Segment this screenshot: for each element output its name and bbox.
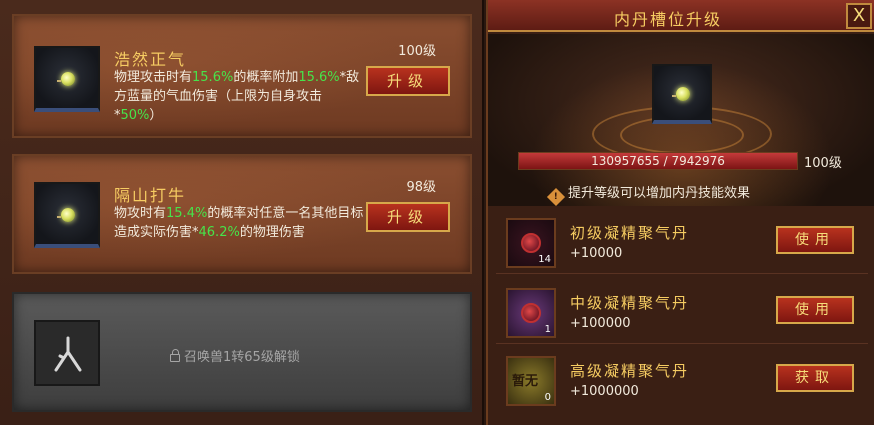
pill-item-icon[interactable]: 暂无 0 <box>506 356 556 406</box>
panel-title: 内丹槽位升级 <box>613 10 722 29</box>
neidan-orb-icon <box>672 87 690 101</box>
unlock-requirement: 召唤兽1转65级解锁 <box>170 346 300 365</box>
neidan-slot <box>652 64 712 124</box>
pill-item-icon[interactable]: 14 <box>506 218 556 268</box>
skill-list: 浩然正气 物理攻击时有15.6%的概率附加15.6%*敌方蓝量的气血伤害（上限为… <box>0 0 484 425</box>
skill-description: 物理攻击时有15.6%的概率附加15.6%*敌方蓝量的气血伤害（上限为自身攻击*… <box>114 70 360 123</box>
skill-name: 隔山打牛 <box>114 186 187 205</box>
lock-icon <box>170 349 180 362</box>
empty-slot-glyph-icon <box>54 336 82 372</box>
empty-item-label: 暂无 <box>512 374 539 389</box>
warning-icon: ! <box>546 187 566 207</box>
skill-name: 浩然正气 <box>114 50 187 69</box>
pill-icon <box>521 303 541 323</box>
neidan-orb-icon <box>57 208 75 222</box>
skill-level: 98级 <box>406 180 436 195</box>
item-row: 暂无 0 高级凝精聚气丹 +1000000 获取 <box>496 348 868 412</box>
item-name: 初级凝精聚气丹 <box>570 224 690 242</box>
exp-text: 130957655 / 7942976 <box>591 154 725 168</box>
upgrade-button[interactable]: 升级 <box>366 202 450 232</box>
item-count: 1 <box>544 324 551 335</box>
obtain-button[interactable]: 获取 <box>776 364 854 392</box>
upgrade-panel: 内丹槽位升级 X 130957655 / 7942976 100级 ! 提升等级可… <box>486 0 874 425</box>
item-row: 14 初级凝精聚气丹 +10000 使用 <box>496 210 868 274</box>
exp-bar: 130957655 / 7942976 <box>518 152 798 170</box>
item-name: 中级凝精聚气丹 <box>570 294 690 312</box>
item-count: 0 <box>544 392 551 403</box>
item-exp-value: +100000 <box>570 316 631 331</box>
locked-slot <box>34 320 100 386</box>
neidan-orb-icon <box>57 72 75 86</box>
skill-level: 100级 <box>398 44 436 59</box>
skill-card-geshan: 隔山打牛 物攻时有15.4%的概率对任意一名其他目标造成实际伤害*46.2%的物… <box>12 154 472 274</box>
skill-description: 物攻时有15.4%的概率对任意一名其他目标造成实际伤害*46.2%的物理伤害 <box>114 206 364 240</box>
slot-level: 100级 <box>804 156 842 171</box>
item-row: 1 中级凝精聚气丹 +100000 使用 <box>496 280 868 344</box>
close-button[interactable]: X <box>846 3 872 29</box>
item-exp-value: +1000000 <box>570 384 639 399</box>
upgrade-button[interactable]: 升级 <box>366 66 450 96</box>
skill-slot[interactable] <box>34 182 100 248</box>
pill-icon <box>521 233 541 253</box>
locked-skill-card: 召唤兽1转65级解锁 <box>12 292 472 412</box>
skill-slot[interactable] <box>34 46 100 112</box>
item-count: 14 <box>538 254 551 265</box>
panel-titlebar: 内丹槽位升级 X <box>488 0 874 32</box>
upgrade-tip: ! 提升等级可以增加内丹技能效果 <box>546 182 750 207</box>
use-button[interactable]: 使用 <box>776 226 854 254</box>
skill-card-haoran: 浩然正气 物理攻击时有15.6%的概率附加15.6%*敌方蓝量的气血伤害（上限为… <box>12 14 472 138</box>
pill-item-icon[interactable]: 1 <box>506 288 556 338</box>
use-button[interactable]: 使用 <box>776 296 854 324</box>
slot-preview: 130957655 / 7942976 100级 ! 提升等级可以增加内丹技能效果 <box>488 34 874 207</box>
item-exp-value: +10000 <box>570 246 623 261</box>
item-name: 高级凝精聚气丹 <box>570 362 690 380</box>
